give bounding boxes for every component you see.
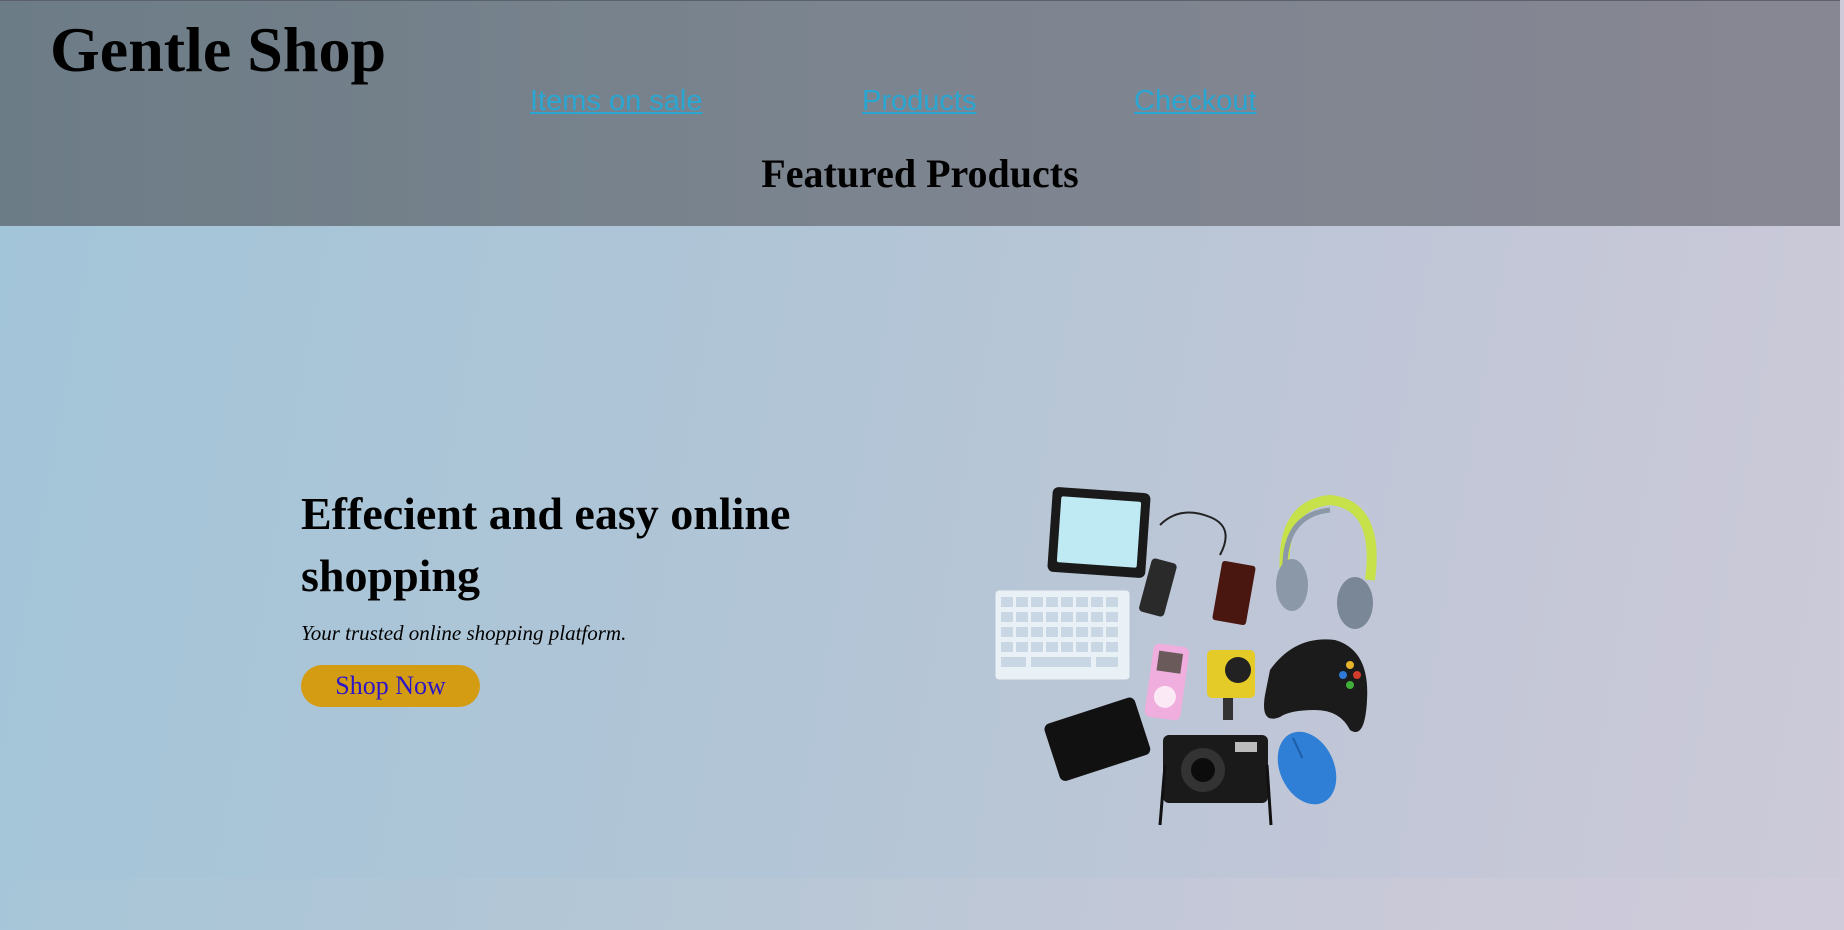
site-logo-title: Gentle Shop (50, 14, 387, 85)
nav-link-items-on-sale[interactable]: Items on sale (530, 84, 702, 118)
headphones-icon (1276, 494, 1377, 629)
keyboard-icon (995, 589, 1131, 681)
game-controller-icon (1264, 639, 1368, 732)
site-header: Gentle Shop Items on sale Products Check… (0, 0, 1840, 226)
electronics-collage-image (995, 487, 1377, 826)
hero-section (0, 226, 1840, 878)
hero-subtitle: Your trusted online shopping platform. (301, 621, 627, 645)
nav-link-checkout[interactable]: Checkout (1134, 84, 1257, 118)
tablet-icon (1047, 487, 1151, 578)
camera-icon (1158, 735, 1273, 826)
mouse-icon (1277, 731, 1337, 805)
music-player-icon (1144, 643, 1190, 721)
phone-icon (1044, 697, 1151, 781)
cable-icon (1159, 511, 1227, 556)
shop-now-button[interactable]: Shop Now (301, 665, 480, 707)
hero-title: Effecient and easy online shopping (301, 488, 791, 601)
nav-link-products[interactable]: Products (862, 84, 976, 118)
action-camera-icon (1207, 650, 1255, 720)
wallet-icon (1212, 560, 1256, 626)
featured-products-heading: Featured Products (761, 151, 1079, 196)
